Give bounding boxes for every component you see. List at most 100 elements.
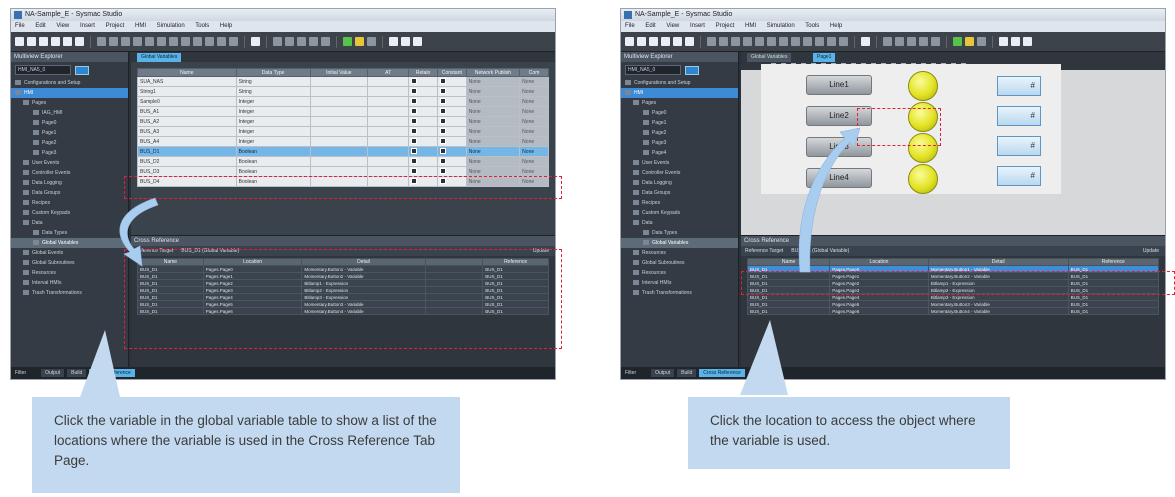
tree-item[interactable]: Data xyxy=(621,218,738,228)
xr-header[interactable]: Detail xyxy=(927,258,1069,266)
tree-item[interactable]: Resources xyxy=(621,248,738,258)
constant-checkbox[interactable] xyxy=(439,107,446,114)
tree-item[interactable]: Recipes xyxy=(621,198,738,208)
tree-item[interactable]: Resources xyxy=(621,268,738,278)
lamp-icon[interactable] xyxy=(908,164,938,194)
reference-target-value[interactable]: BUS_D1 (Global Variable) xyxy=(791,246,849,256)
device-button[interactable] xyxy=(685,65,699,75)
cut-icon[interactable] xyxy=(649,37,658,46)
gv-header[interactable]: Network Publish xyxy=(465,68,521,77)
retain-checkbox[interactable] xyxy=(411,137,418,144)
align-icon[interactable] xyxy=(707,37,716,46)
tree-item-global-variables[interactable]: Global Variables xyxy=(11,238,128,248)
table-row[interactable]: BUS_D2 Boolean None None xyxy=(137,156,549,167)
tree-item-global-variables[interactable]: Global Variables xyxy=(621,238,738,248)
menu-project[interactable]: Project xyxy=(716,23,735,29)
tree-item[interactable]: Page2 xyxy=(11,138,128,148)
menu-insert[interactable]: Insert xyxy=(80,23,95,29)
align-icon[interactable] xyxy=(133,37,142,46)
run-icon[interactable] xyxy=(389,37,398,46)
constant-checkbox[interactable] xyxy=(439,147,446,154)
tree-item[interactable]: Configurations and Setup xyxy=(621,78,738,88)
menu-project[interactable]: Project xyxy=(106,23,125,29)
run-icon[interactable] xyxy=(999,37,1008,46)
tree-item[interactable]: Page4 xyxy=(621,148,738,158)
tree-item[interactable]: Global Subroutines xyxy=(11,258,128,268)
gv-header[interactable]: Retain xyxy=(408,68,438,77)
pause-icon[interactable] xyxy=(401,37,410,46)
align-icon[interactable] xyxy=(181,37,190,46)
tab-output[interactable]: Output xyxy=(41,369,65,377)
gv-header[interactable]: Data Type xyxy=(235,68,311,77)
zoom-icon[interactable] xyxy=(895,37,904,46)
tree-item[interactable]: Page0 xyxy=(11,118,128,128)
table-row[interactable]: BUS_A1 Integer None None xyxy=(137,106,549,117)
delete-icon[interactable] xyxy=(685,37,694,46)
tree-item[interactable]: User Events xyxy=(621,158,738,168)
constant-checkbox[interactable] xyxy=(439,127,446,134)
table-row-selected[interactable]: BUS_D1 Boolean None None xyxy=(137,146,549,157)
zoom-icon[interactable] xyxy=(297,37,306,46)
tree-item[interactable]: Data Groups xyxy=(11,188,128,198)
align-icon[interactable] xyxy=(779,37,788,46)
tree-item[interactable]: Controller Events xyxy=(621,168,738,178)
tab-build[interactable]: Build xyxy=(677,369,697,377)
align-icon[interactable] xyxy=(839,37,848,46)
table-row[interactable]: BUS_A2 Integer None None xyxy=(137,116,549,127)
gv-header[interactable]: Constant xyxy=(436,68,467,77)
constant-checkbox[interactable] xyxy=(439,77,446,84)
menu-hmi[interactable]: HMI xyxy=(745,23,756,29)
update-button[interactable]: Update xyxy=(1143,246,1159,256)
numeric-display[interactable]: # xyxy=(997,136,1041,156)
tree-item[interactable]: Trash Transformations xyxy=(621,288,738,298)
compile-icon[interactable] xyxy=(367,37,376,46)
tree-item[interactable]: Custom Keypads xyxy=(621,208,738,218)
copy-icon[interactable] xyxy=(661,37,670,46)
tab-cross-reference[interactable]: Cross Reference xyxy=(699,369,745,377)
pause-icon[interactable] xyxy=(1011,37,1020,46)
menu-simulation[interactable]: Simulation xyxy=(767,23,795,29)
xr-header[interactable]: Reference xyxy=(1067,258,1160,266)
menu-hmi[interactable]: HMI xyxy=(135,23,146,29)
xr-header[interactable]: Name xyxy=(746,258,831,266)
tree-item[interactable]: Page0 xyxy=(621,108,738,118)
search-icon[interactable] xyxy=(861,37,870,46)
table-row[interactable]: SUA_NAS String None None xyxy=(137,76,549,87)
zoom-icon[interactable] xyxy=(309,37,318,46)
zoom-icon[interactable] xyxy=(919,37,928,46)
align-icon[interactable] xyxy=(755,37,764,46)
table-row[interactable]: BUS_A3 Integer None None xyxy=(137,126,549,137)
zoom-icon[interactable] xyxy=(883,37,892,46)
paste-icon[interactable] xyxy=(63,37,72,46)
table-row[interactable]: String1 String None None xyxy=(137,86,549,97)
table-row[interactable]: Sample0 Integer None None xyxy=(137,96,549,107)
menu-edit[interactable]: Edit xyxy=(35,23,45,29)
zoom-icon[interactable] xyxy=(907,37,916,46)
align-icon[interactable] xyxy=(205,37,214,46)
constant-checkbox[interactable] xyxy=(439,137,446,144)
redo-icon[interactable] xyxy=(27,37,36,46)
align-icon[interactable] xyxy=(145,37,154,46)
tree-item[interactable]: Page1 xyxy=(621,118,738,128)
menu-help[interactable]: Help xyxy=(830,23,842,29)
retain-checkbox[interactable] xyxy=(411,97,418,104)
redo-icon[interactable] xyxy=(637,37,646,46)
retain-checkbox[interactable] xyxy=(411,77,418,84)
tree-item[interactable]: Trash Transformations xyxy=(11,288,128,298)
search-icon[interactable] xyxy=(251,37,260,46)
menu-file[interactable]: File xyxy=(625,23,635,29)
menu-view[interactable]: View xyxy=(666,23,679,29)
align-icon[interactable] xyxy=(803,37,812,46)
retain-checkbox[interactable] xyxy=(411,157,418,164)
table-row[interactable]: BUS_A4 Integer None None xyxy=(137,136,549,147)
zoom-icon[interactable] xyxy=(285,37,294,46)
menu-file[interactable]: File xyxy=(15,23,25,29)
align-icon[interactable] xyxy=(97,37,106,46)
tree-item[interactable]: Data Logging xyxy=(11,178,128,188)
tree-item[interactable]: Global Events xyxy=(11,248,128,258)
tab-output[interactable]: Output xyxy=(651,369,675,377)
tree-item[interactable]: Interval HMIs xyxy=(11,278,128,288)
align-icon[interactable] xyxy=(121,37,130,46)
align-icon[interactable] xyxy=(815,37,824,46)
tree-item[interactable]: Page3 xyxy=(621,138,738,148)
